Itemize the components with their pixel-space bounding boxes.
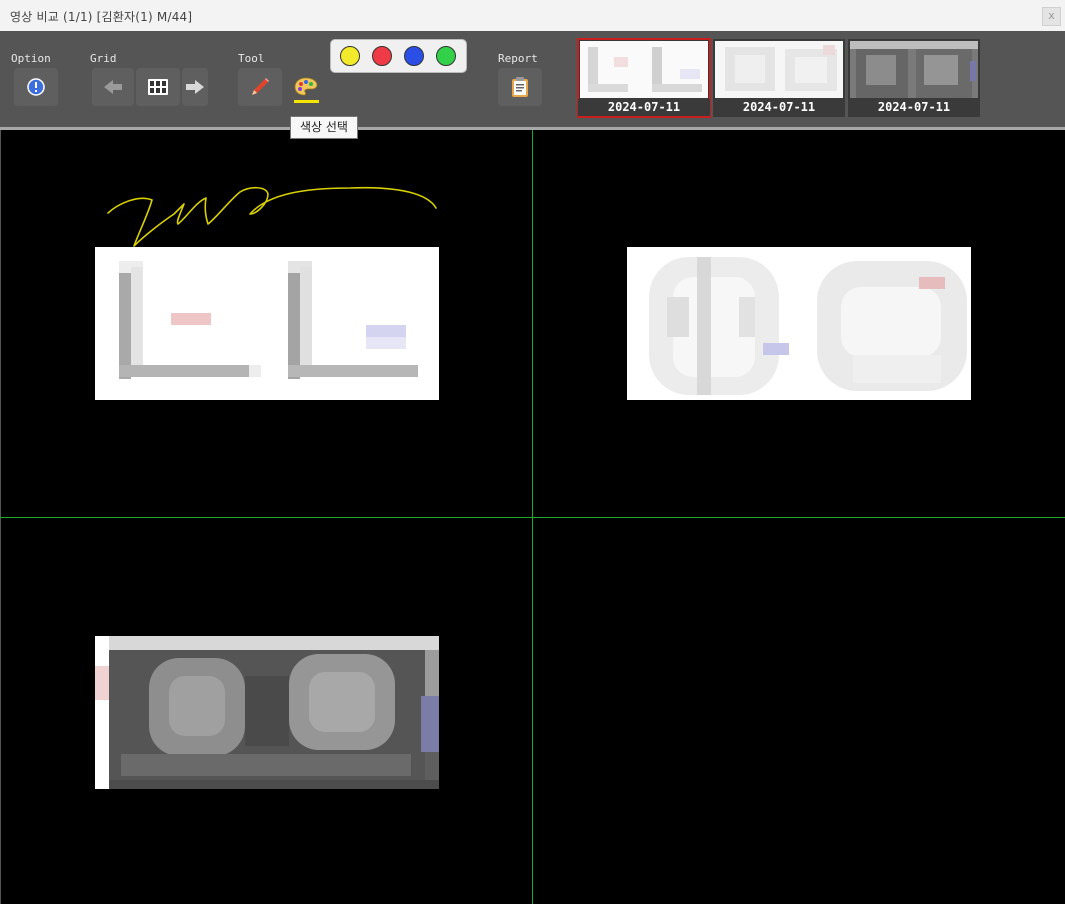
palette-icon [294, 77, 318, 97]
comparison-image-3[interactable] [95, 636, 439, 789]
thumbnail-2[interactable]: 2024-07-11 [713, 39, 845, 117]
toolbar: Option Grid Tool Report 2024-07-11 2024-… [0, 31, 1065, 127]
close-button[interactable]: x [1042, 7, 1061, 26]
pencil-icon [249, 76, 271, 98]
color-picker-bar [330, 39, 467, 73]
thumbnail-1[interactable]: 2024-07-11 [577, 38, 711, 118]
report-group-label: Report [498, 52, 538, 65]
draw-tool-button[interactable] [238, 68, 282, 106]
thumbnail-3[interactable]: 2024-07-11 [848, 39, 980, 117]
option-button[interactable] [14, 68, 58, 106]
color-red-swatch[interactable] [372, 46, 392, 66]
grid-layout-icon [148, 79, 168, 95]
color-blue-swatch[interactable] [404, 46, 424, 66]
thumbnail-image [580, 41, 708, 98]
report-button[interactable] [498, 68, 542, 106]
grid-group-label: Grid [90, 52, 117, 65]
next-grid-button[interactable] [182, 68, 208, 106]
thumbnail-image [715, 41, 843, 98]
active-color-indicator [294, 100, 319, 103]
color-yellow-swatch[interactable] [340, 46, 360, 66]
clipboard-icon [511, 76, 529, 98]
title-bar: 영상 비교 (1/1) [김환자(1) M/44] x [0, 0, 1065, 32]
freehand-annotation[interactable] [100, 180, 445, 250]
thumbnail-image [850, 41, 978, 98]
info-icon [27, 78, 45, 96]
grid-horizontal-divider [0, 517, 1065, 518]
tool-group-label: Tool [238, 52, 265, 65]
color-green-swatch[interactable] [436, 46, 456, 66]
thumbnail-date: 2024-07-11 [578, 99, 710, 116]
arrow-right-icon [185, 79, 205, 95]
option-group-label: Option [11, 52, 51, 65]
arrow-left-icon [103, 79, 123, 95]
grid-layout-button[interactable] [136, 68, 180, 106]
thumbnail-date: 2024-07-11 [713, 99, 845, 116]
comparison-image-1[interactable] [95, 247, 439, 400]
prev-grid-button[interactable] [92, 68, 134, 106]
color-select-tooltip: 색상 선택 [290, 116, 358, 139]
window-title: 영상 비교 (1/1) [김환자(1) M/44] [10, 10, 193, 24]
comparison-image-2[interactable] [627, 247, 971, 400]
thumbnail-date: 2024-07-11 [848, 99, 980, 116]
